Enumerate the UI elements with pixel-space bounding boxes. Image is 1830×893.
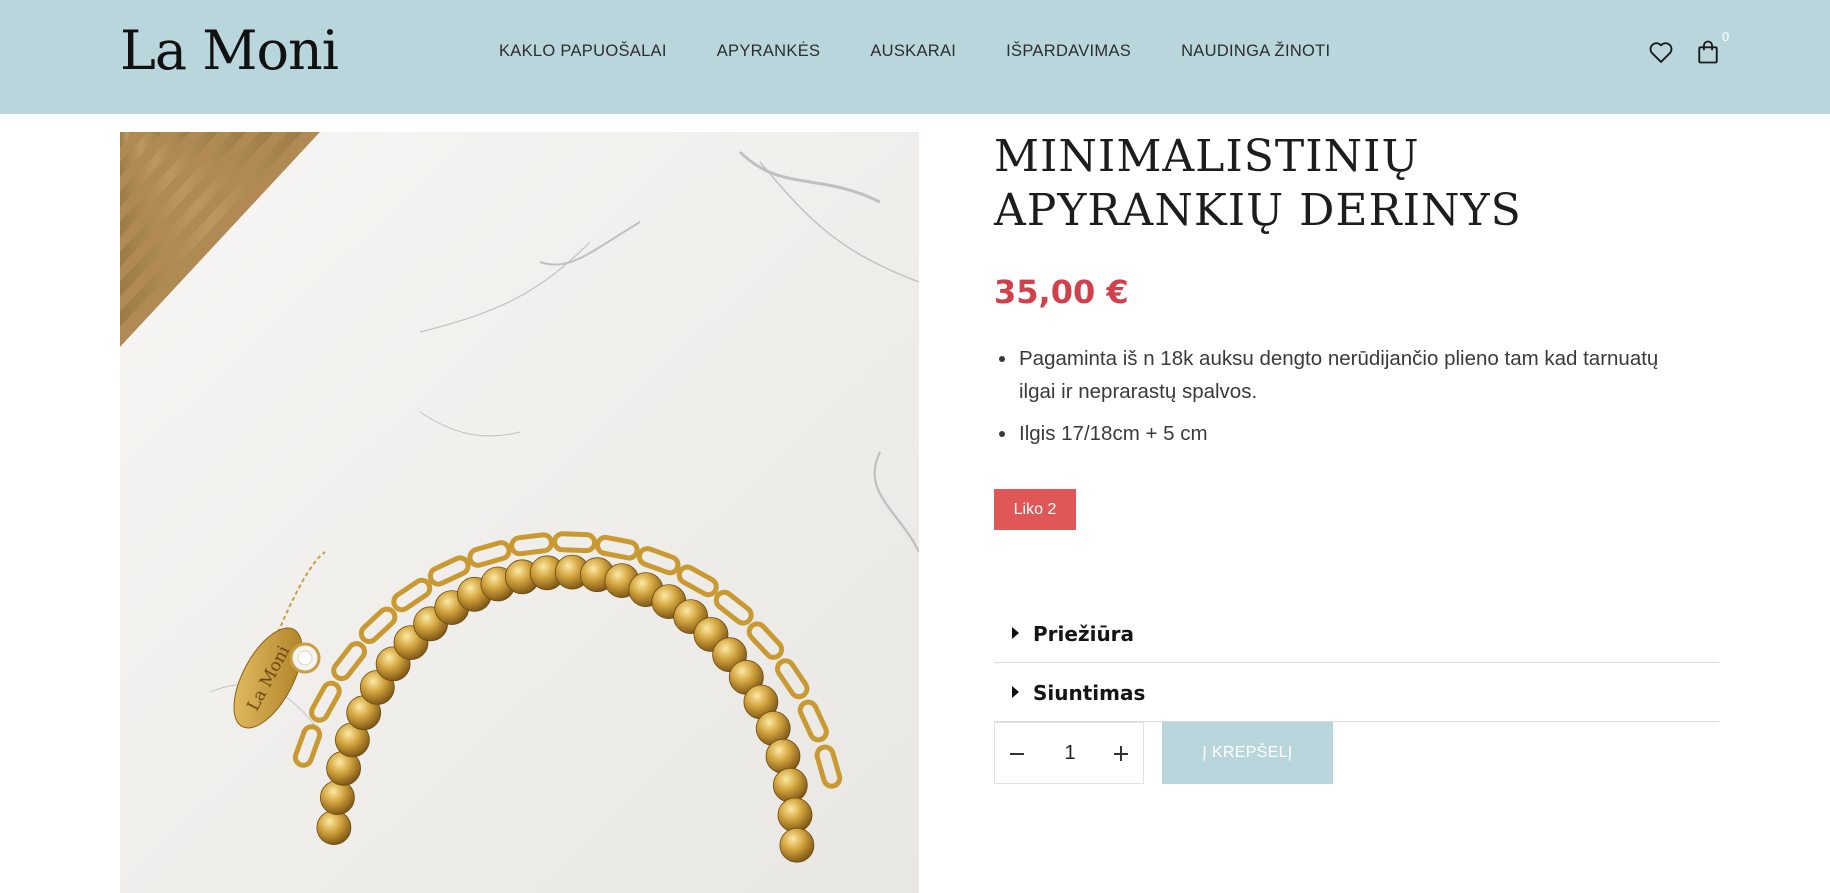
bead bbox=[765, 738, 801, 774]
accordion-label: Priežiūra bbox=[1033, 622, 1135, 646]
cart-count-badge: 0 bbox=[1722, 29, 1730, 44]
nav-item-ispardavimas[interactable]: IŠPARDAVIMAS bbox=[1006, 40, 1131, 62]
accordion-prieziura[interactable]: Priežiūra bbox=[994, 604, 1719, 663]
accordion-siuntimas[interactable]: Siuntimas bbox=[994, 663, 1719, 722]
product-image[interactable]: La Moni bbox=[120, 132, 919, 893]
minus-icon[interactable] bbox=[995, 723, 1039, 783]
bead bbox=[772, 767, 808, 803]
quantity-stepper bbox=[994, 722, 1144, 784]
stock-badge: Liko 2 bbox=[994, 489, 1076, 530]
bead bbox=[777, 797, 813, 833]
caret-right-icon bbox=[1012, 627, 1019, 639]
quantity-input[interactable] bbox=[1039, 723, 1101, 783]
nav-item-apyrankes[interactable]: APYRANKĖS bbox=[717, 40, 821, 62]
shopping-bag-icon[interactable] bbox=[1694, 38, 1722, 66]
nav-item-naudinga-zinoti[interactable]: NAUDINGA ŽINOTI bbox=[1181, 40, 1330, 62]
add-to-cart-button[interactable]: Į KREPŠELĮ bbox=[1162, 722, 1333, 784]
feature-item: Pagaminta iš n 18k auksu dengto nerūdija… bbox=[994, 342, 1694, 408]
site-header: La Moni KAKLO PAPUOŠALAI APYRANKĖS AUSKA… bbox=[0, 0, 1830, 114]
main-nav: KAKLO PAPUOŠALAI APYRANKĖS AUSKARAI IŠPA… bbox=[499, 40, 1330, 62]
site-logo[interactable]: La Moni bbox=[120, 18, 339, 84]
caret-right-icon bbox=[1012, 686, 1019, 698]
product-title: MINIMALISTINIŲ APYRANKIŲ DERINYS bbox=[994, 131, 1522, 236]
bead bbox=[316, 810, 352, 845]
heart-icon[interactable] bbox=[1647, 38, 1675, 66]
accordion-label: Siuntimas bbox=[1033, 681, 1146, 705]
nav-item-auskarai[interactable]: AUSKARAI bbox=[870, 40, 956, 62]
product-price: 35,00 € bbox=[994, 273, 1129, 311]
nav-item-kaklo-papuosalai[interactable]: KAKLO PAPUOŠALAI bbox=[499, 40, 667, 62]
product-features: Pagaminta iš n 18k auksu dengto nerūdija… bbox=[994, 342, 1694, 459]
bead bbox=[319, 780, 355, 815]
bead bbox=[779, 827, 815, 863]
plus-icon[interactable] bbox=[1099, 723, 1143, 783]
feature-item: Ilgis 17/18cm + 5 cm bbox=[994, 417, 1694, 450]
